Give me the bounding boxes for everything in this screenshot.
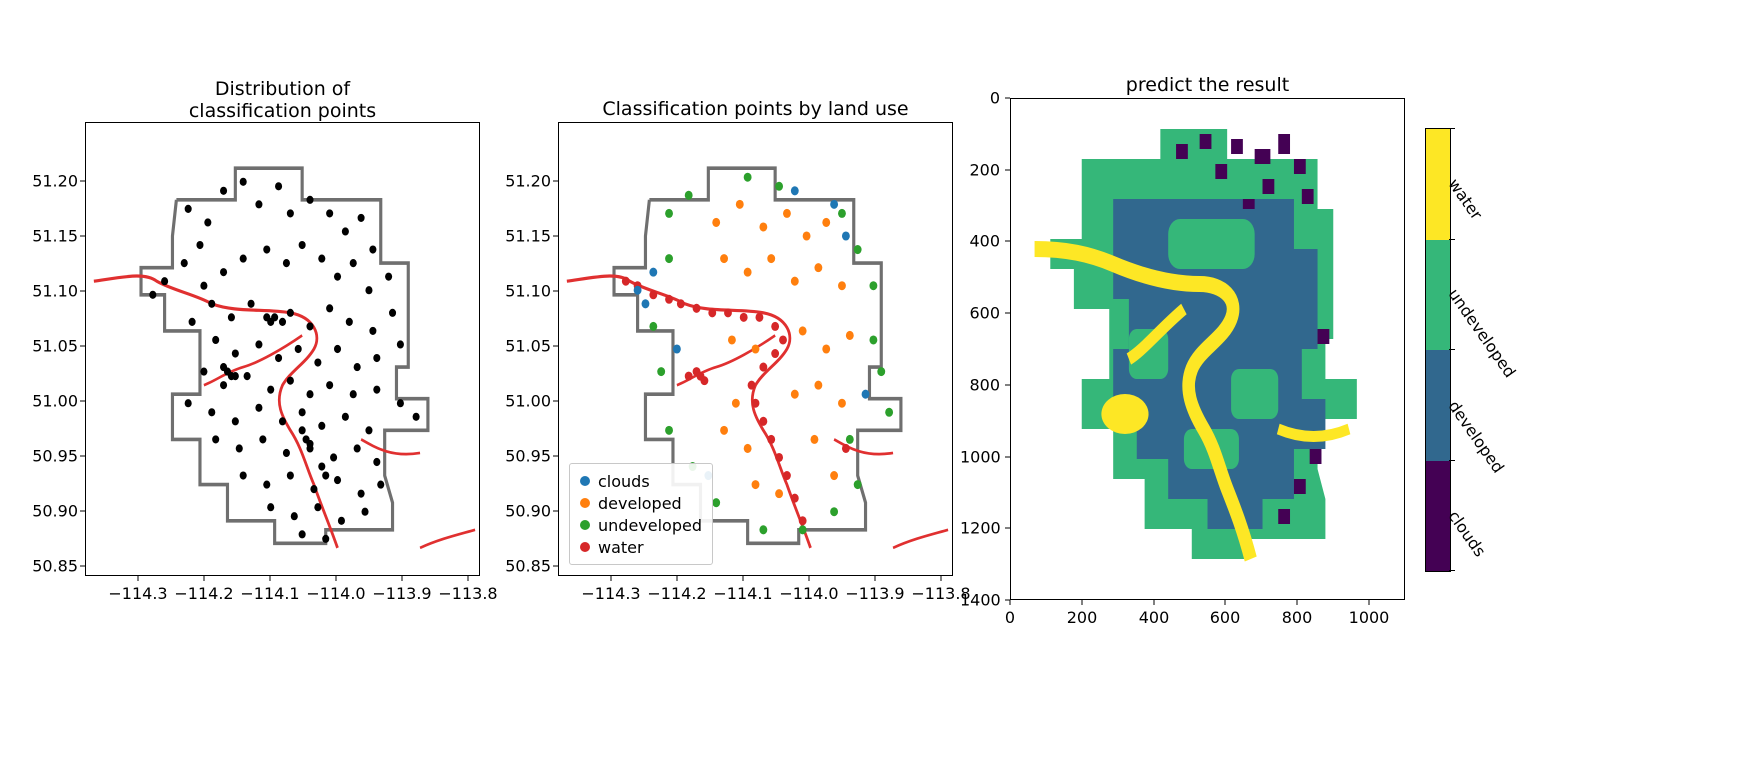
p3-yt-0: 0 xyxy=(960,89,1000,108)
p2-xt-1: −114.2 xyxy=(647,584,706,603)
p3-xt-0: 0 xyxy=(1005,608,1015,627)
p1-yt-1: 50.90 xyxy=(30,502,78,521)
p1-xt-1: −114.2 xyxy=(174,584,233,603)
p2-yt-0: 50.85 xyxy=(503,557,551,576)
p1-yt-2: 50.95 xyxy=(30,447,78,466)
figure: Distribution of classification points 50… xyxy=(0,0,1757,784)
cbar-label-undeveloped: undeveloped xyxy=(1444,285,1519,381)
p3-xt-3: 600 xyxy=(1210,608,1241,627)
panel1-title-line2: classification points xyxy=(85,100,480,122)
panel1-title: Distribution of classification points xyxy=(85,78,480,122)
p3-xt-1: 200 xyxy=(1067,608,1098,627)
legend-row-water: water xyxy=(580,536,702,558)
points-developed xyxy=(712,200,853,498)
p2-yt-1: 50.90 xyxy=(503,502,551,521)
river-branch-3 xyxy=(420,530,475,548)
panel-predict xyxy=(1010,98,1405,600)
p1-xt-5: −113.8 xyxy=(438,584,497,603)
p2-xt-4: −113.9 xyxy=(845,584,904,603)
p3-xt-5: 1000 xyxy=(1349,608,1390,627)
p1-yt-4: 51.05 xyxy=(30,337,78,356)
p1-yt-3: 51.00 xyxy=(30,392,78,411)
p2-yt-4: 51.05 xyxy=(503,337,551,356)
legend-label-water: water xyxy=(598,538,644,557)
points-black xyxy=(149,178,419,543)
legend-label-developed: developed xyxy=(598,494,682,513)
p3-xt-4: 800 xyxy=(1282,608,1313,627)
p3-yt-2: 400 xyxy=(960,232,1000,251)
p2-yt-2: 50.95 xyxy=(503,447,551,466)
p3-yt-3: 600 xyxy=(960,304,1000,323)
legend-dot-undeveloped xyxy=(580,520,590,530)
legend-label-clouds: clouds xyxy=(598,472,650,491)
panel2-title: Classification points by land use xyxy=(558,98,953,120)
p1-yt-0: 50.85 xyxy=(30,557,78,576)
legend-dot-water xyxy=(580,542,590,552)
panel3-title: predict the result xyxy=(1010,74,1405,96)
p2-yt-5: 51.10 xyxy=(503,282,551,301)
pred-water-reservoir xyxy=(1101,394,1148,434)
panel2-title-text: Classification points by land use xyxy=(558,98,953,120)
p2-yt-6: 51.15 xyxy=(503,227,551,246)
p2-yt-3: 51.00 xyxy=(503,392,551,411)
panel-by-landuse: clouds developed undeveloped water xyxy=(558,122,953,576)
points-clouds xyxy=(634,186,870,480)
p2-xt-0: −114.3 xyxy=(581,584,640,603)
p1-xt-0: −114.3 xyxy=(108,584,167,603)
p3-yt-1: 200 xyxy=(960,161,1000,180)
p2-yt-7: 51.20 xyxy=(503,172,551,191)
p3-xt-2: 400 xyxy=(1139,608,1170,627)
panel1-art xyxy=(86,123,479,575)
cbar-label-clouds: clouds xyxy=(1444,507,1489,560)
p3-yt-4: 800 xyxy=(960,376,1000,395)
legend-row-clouds: clouds xyxy=(580,470,702,492)
legend-label-undeveloped: undeveloped xyxy=(598,516,702,535)
panel-distribution xyxy=(85,122,480,576)
p1-xt-3: −114.0 xyxy=(306,584,365,603)
p1-xt-2: −114.1 xyxy=(240,584,299,603)
p3-yt-5: 1000 xyxy=(960,448,1000,467)
river-branch-2 xyxy=(361,439,420,454)
legend-row-undeveloped: undeveloped xyxy=(580,514,702,536)
boundary-outline xyxy=(141,168,428,543)
colorbar xyxy=(1425,128,1451,572)
p1-yt-5: 51.10 xyxy=(30,282,78,301)
legend-row-developed: developed xyxy=(580,492,702,514)
panel3-title-text: predict the result xyxy=(1010,74,1405,96)
legend-dot-developed xyxy=(580,498,590,508)
legend-landuse: clouds developed undeveloped water xyxy=(569,463,713,565)
p1-yt-6: 51.15 xyxy=(30,227,78,246)
legend-dot-clouds xyxy=(580,476,590,486)
p3-yt-6: 1200 xyxy=(960,519,1000,538)
p1-xt-4: −113.9 xyxy=(372,584,431,603)
p2-xt-3: −114.0 xyxy=(779,584,838,603)
p3-yt-7: 1400 xyxy=(960,591,1000,610)
panel1-title-line1: Distribution of xyxy=(85,78,480,100)
p1-yt-7: 51.20 xyxy=(30,172,78,191)
p2-xt-2: −114.1 xyxy=(713,584,772,603)
cbar-label-developed: developed xyxy=(1444,397,1508,476)
panel3-art xyxy=(1011,99,1404,599)
